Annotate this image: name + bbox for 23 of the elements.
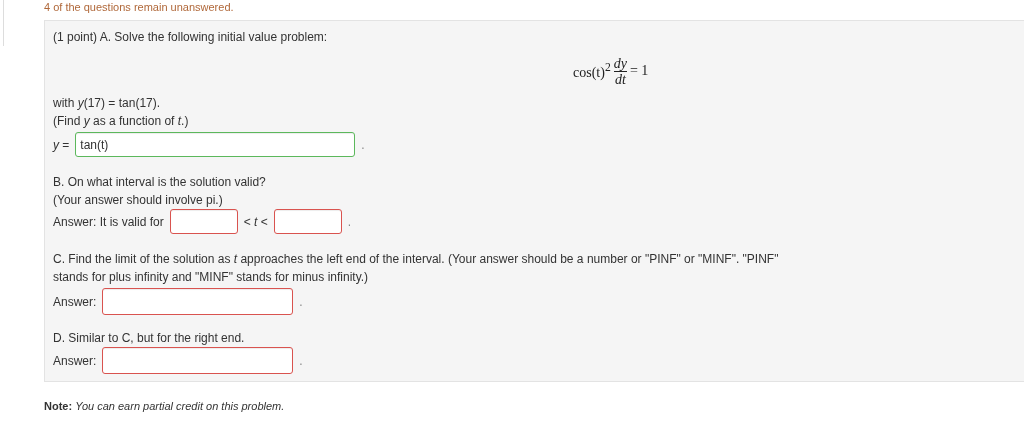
hint-text: (Your answer should involve pi.) [53, 192, 224, 209]
unanswered-notice: 4 of the questions remain unanswered. [44, 0, 235, 15]
answer-label: Answer: [53, 294, 97, 309]
answer-field[interactable] [102, 347, 294, 374]
period-text: . [347, 214, 352, 229]
question-text: D. Similar to C, but for the right end. [53, 330, 246, 347]
answer-field[interactable]: tan(t) [75, 132, 356, 157]
initial-condition: with y(17) = tan(17). [53, 95, 162, 112]
question-text: C. Find the limit of the solution as t approaches the left end of the interval. (Your answer should be a number or "PINF" or "MINF". "PINF" stands for plus infinity and "MINF" stands for minus infinity.) [53, 251, 780, 286]
hint-text: (Find y as a function of t.) [53, 113, 190, 130]
answer-label: Answer: [53, 353, 97, 368]
answer-label: Answer: It is valid for [53, 214, 164, 229]
question-text: B. On what interval is the solution valid? [53, 174, 267, 191]
answer-field[interactable] [169, 209, 238, 234]
answer-field[interactable] [102, 288, 294, 315]
period-text: . [299, 353, 303, 368]
inequality-text: < t < [243, 214, 268, 229]
answer-label: y = [53, 137, 70, 152]
partial-credit-note: Note: You can earn partial credit on this problem. [44, 400, 286, 412]
period-text: . [361, 137, 365, 152]
answer-field[interactable] [273, 209, 342, 234]
period-text: . [299, 294, 303, 309]
problem-intro: (1 point) A. Solve the following initial value problem: [53, 29, 329, 46]
